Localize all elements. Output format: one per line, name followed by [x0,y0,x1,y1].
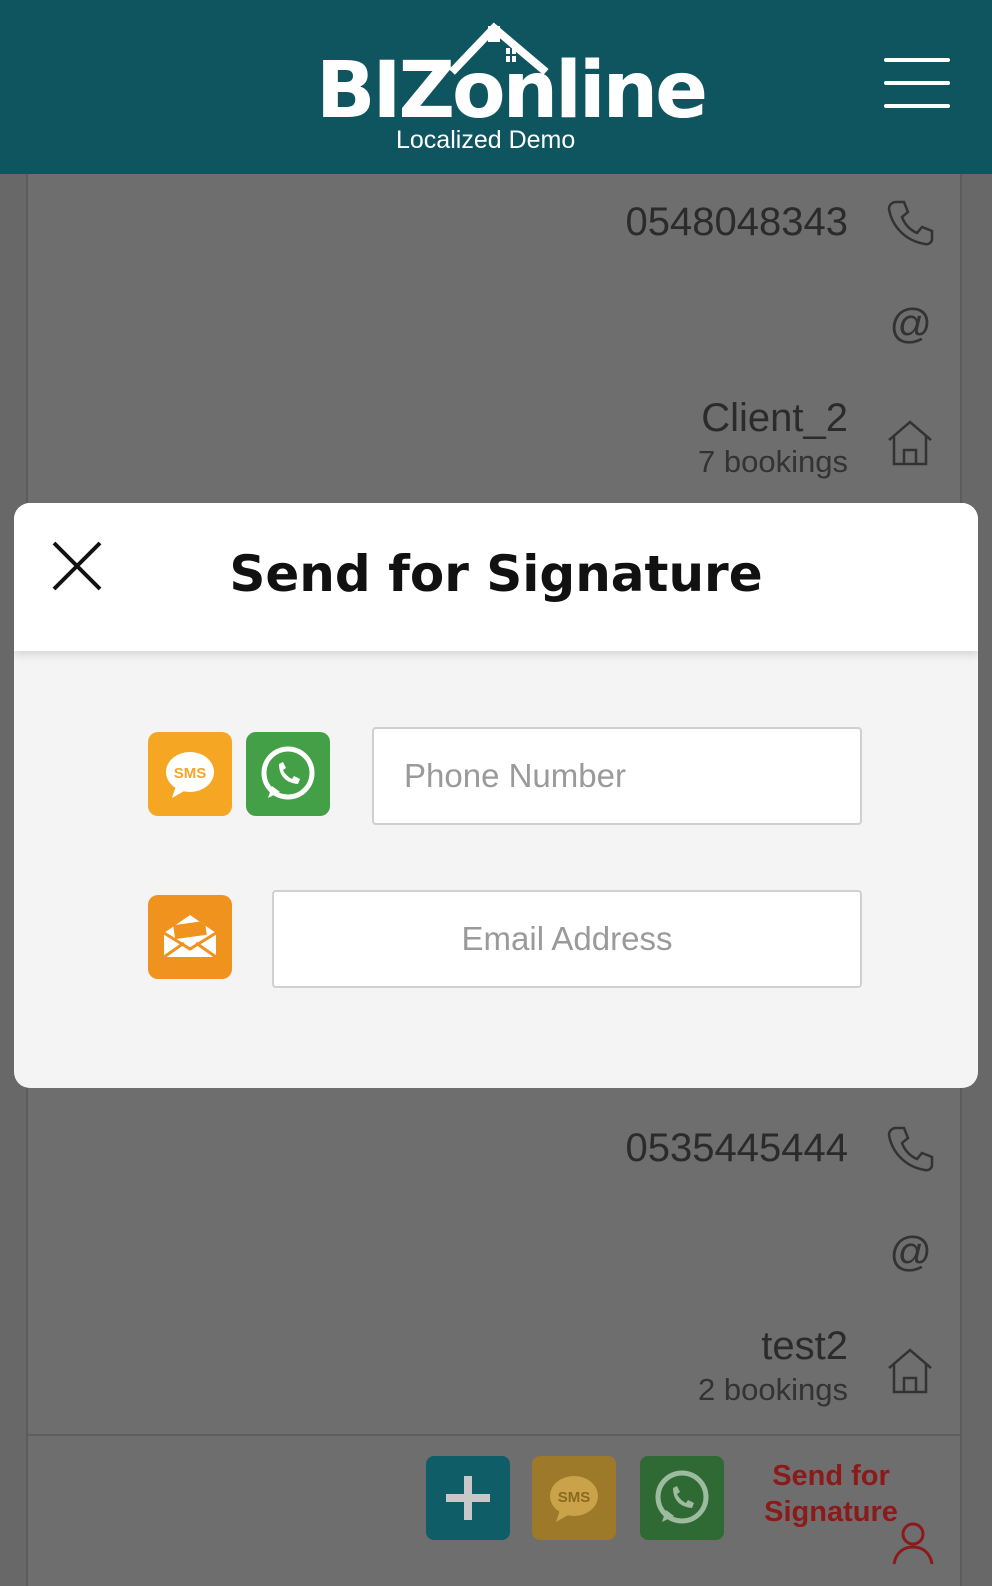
svg-text:SMS: SMS [558,1489,591,1506]
client-phone[interactable]: 0535445444 [626,1126,848,1171]
modal-title: Send for Signature [229,545,763,603]
plus-icon [446,1476,490,1520]
whatsapp-icon [655,1470,709,1524]
client-name[interactable]: Client_2 [701,396,848,441]
app-header: BIZonline Localized Demo [0,0,992,174]
sms-icon: SMS [550,1476,598,1522]
phone-icon[interactable] [886,1124,934,1174]
email-send-button[interactable] [148,895,232,979]
hamburger-icon[interactable] [884,58,950,110]
brand-logo[interactable]: BIZonline Localized Demo [316,22,708,162]
at-icon[interactable]: @ [889,300,932,348]
email-address-input[interactable] [272,890,862,988]
whatsapp-send-button[interactable] [246,732,330,816]
at-icon[interactable]: @ [889,1228,932,1276]
brand-name: BIZonline [316,46,708,136]
brand-subtitle: Localized Demo [396,126,576,154]
phone-icon[interactable] [886,198,934,248]
house-icon[interactable] [886,418,934,468]
client-phone[interactable]: 0548048343 [626,200,848,245]
row-divider [28,1434,960,1436]
add-button[interactable] [426,1456,510,1540]
sms-icon: SMS [166,752,214,798]
phone-number-input[interactable] [372,727,862,825]
svg-text:SMS: SMS [174,765,207,782]
sms-button[interactable]: SMS [532,1456,616,1540]
whatsapp-button[interactable] [640,1456,724,1540]
client-bookings: 2 bookings [698,1372,848,1407]
send-for-signature-modal: Send for Signature SMS [14,503,978,1088]
house-icon[interactable] [886,1346,934,1396]
client-bookings: 7 bookings [698,444,848,479]
sms-send-button[interactable]: SMS [148,732,232,816]
modal-header: Send for Signature [14,503,978,651]
client-name[interactable]: test2 [761,1324,848,1369]
user-icon[interactable] [890,1520,936,1566]
whatsapp-icon [261,746,315,800]
envelope-icon [163,915,217,959]
